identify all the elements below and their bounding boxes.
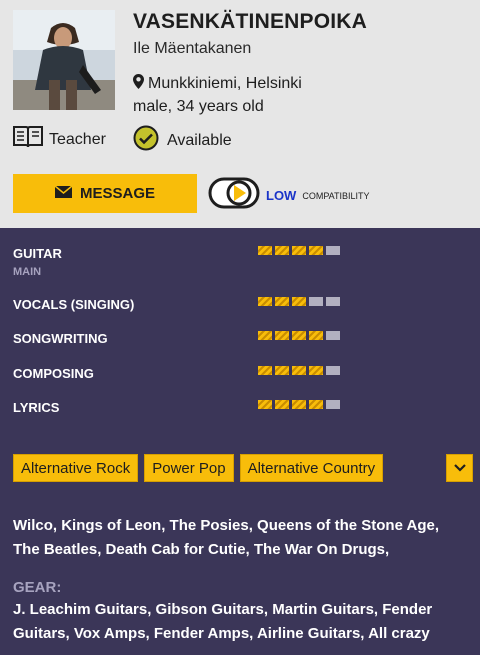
skill-name: GUITAR	[13, 246, 62, 261]
skill-segment-filled	[292, 366, 306, 375]
skill-segment-empty	[326, 246, 340, 255]
skill-segment-filled	[292, 400, 306, 409]
skill-segment-empty	[326, 400, 340, 409]
username: VASENKÄTINENPOIKA	[133, 10, 368, 33]
skill-segment-filled	[258, 366, 272, 375]
chevron-down-icon	[453, 459, 466, 477]
genre-tags: Alternative Rock Power Pop Alternative C…	[13, 454, 384, 482]
teacher-label: Teacher	[49, 130, 106, 148]
available-badge: Available	[133, 125, 232, 156]
skill-segment-filled	[258, 400, 272, 409]
compatibility-indicator[interactable]: LOW COMPATIBILITY	[208, 176, 370, 215]
skill-segment-filled	[258, 331, 272, 340]
skill-sub: MAIN	[13, 266, 42, 278]
message-button[interactable]: MESSAGE	[13, 174, 197, 213]
skill-segment-empty	[326, 366, 340, 375]
skill-segment-filled	[258, 297, 272, 306]
skill-segment-filled	[292, 297, 306, 306]
genre-tag[interactable]: Power Pop	[144, 454, 234, 482]
age-gender: male, 34 years old	[133, 98, 264, 115]
skill-meter	[258, 297, 340, 306]
influences-text: Wilco, Kings of Leon, The Posies, Queens…	[13, 517, 440, 558]
profile-header: VASENKÄTINENPOIKA Ile Mäentakanen Munkki…	[0, 0, 480, 228]
skill-segment-filled	[275, 297, 289, 306]
skill-segment-empty	[326, 297, 340, 306]
genre-tag[interactable]: Alternative Rock	[13, 454, 139, 482]
gear-heading: GEAR:	[13, 579, 62, 596]
skill-segment-empty	[309, 297, 323, 306]
skill-meter	[258, 400, 340, 409]
skill-name: VOCALS (SINGING)	[13, 297, 135, 312]
skill-segment-filled	[292, 331, 306, 340]
skill-meter	[258, 246, 340, 255]
skill-segment-filled	[309, 366, 323, 375]
avatar	[13, 10, 115, 110]
skill-segment-filled	[275, 246, 289, 255]
genre-tag[interactable]: Alternative Country	[239, 454, 384, 482]
skill-segment-filled	[275, 366, 289, 375]
real-name: Ile Mäentakanen	[133, 40, 252, 57]
skill-segment-filled	[309, 400, 323, 409]
location-text: Munkkiniemi, Helsinki	[148, 75, 302, 92]
message-label: MESSAGE	[79, 185, 155, 202]
play-compat-icon	[208, 176, 260, 215]
skill-segment-filled	[309, 246, 323, 255]
gear-text: J. Leachim Guitars, Gibson Guitars, Mart…	[13, 601, 433, 642]
skill-segment-filled	[275, 331, 289, 340]
skill-segment-filled	[292, 246, 306, 255]
available-label: Available	[167, 131, 232, 149]
skill-segment-filled	[258, 246, 272, 255]
book-icon	[13, 125, 43, 154]
skill-segment-empty	[326, 331, 340, 340]
skill-name: SONGWRITING	[13, 331, 108, 346]
skill-name: COMPOSING	[13, 366, 94, 381]
skill-meter	[258, 366, 340, 375]
location: Munkkiniemi, Helsinki	[133, 74, 302, 94]
expand-genres-button[interactable]	[446, 454, 473, 482]
envelope-icon	[54, 185, 73, 202]
check-circle-icon	[133, 125, 159, 156]
compat-word: COMPATIBILITY	[302, 190, 370, 201]
map-pin-icon	[133, 74, 144, 94]
skill-meter	[258, 331, 340, 340]
compat-level: LOW	[266, 188, 297, 203]
skill-segment-filled	[275, 400, 289, 409]
skill-segment-filled	[309, 331, 323, 340]
skill-name: LYRICS	[13, 400, 60, 415]
teacher-badge: Teacher	[13, 125, 106, 154]
